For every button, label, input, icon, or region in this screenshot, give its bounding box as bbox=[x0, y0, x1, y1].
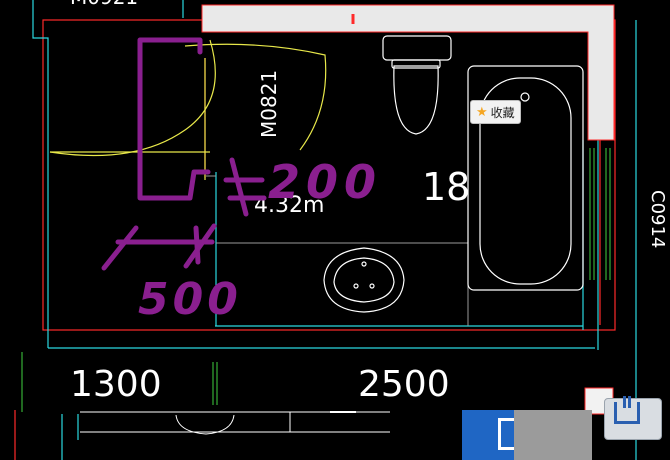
window-label: C0914 bbox=[647, 190, 668, 248]
sink-fixture bbox=[323, 247, 405, 313]
handwritten-500: 500 bbox=[138, 274, 242, 325]
dimension-left: 1300 bbox=[70, 364, 162, 405]
grey-panel bbox=[514, 410, 592, 460]
handwritten-markup bbox=[101, 37, 267, 271]
room-number: 18 bbox=[422, 165, 470, 209]
cad-viewport[interactable]: M0921 M0821 18 4.32m C0914 1300 2500 200… bbox=[0, 0, 670, 460]
door-label: M0821 bbox=[257, 70, 281, 138]
favorite-button-label: 收藏 bbox=[490, 105, 515, 120]
floor-plan-drawing: M0921 M0821 18 4.32m C0914 1300 2500 200… bbox=[14, 0, 668, 460]
tray-icon bbox=[614, 396, 640, 424]
toilet-fixture bbox=[382, 35, 452, 135]
tray-button[interactable] bbox=[592, 388, 670, 460]
star-icon: ★ bbox=[476, 104, 488, 120]
handwritten-200: 200 bbox=[268, 155, 382, 209]
dimension-right: 2500 bbox=[358, 364, 450, 405]
favorite-button[interactable]: ★ 收藏 bbox=[470, 100, 521, 124]
top-cut-label: M0921 bbox=[70, 0, 138, 9]
